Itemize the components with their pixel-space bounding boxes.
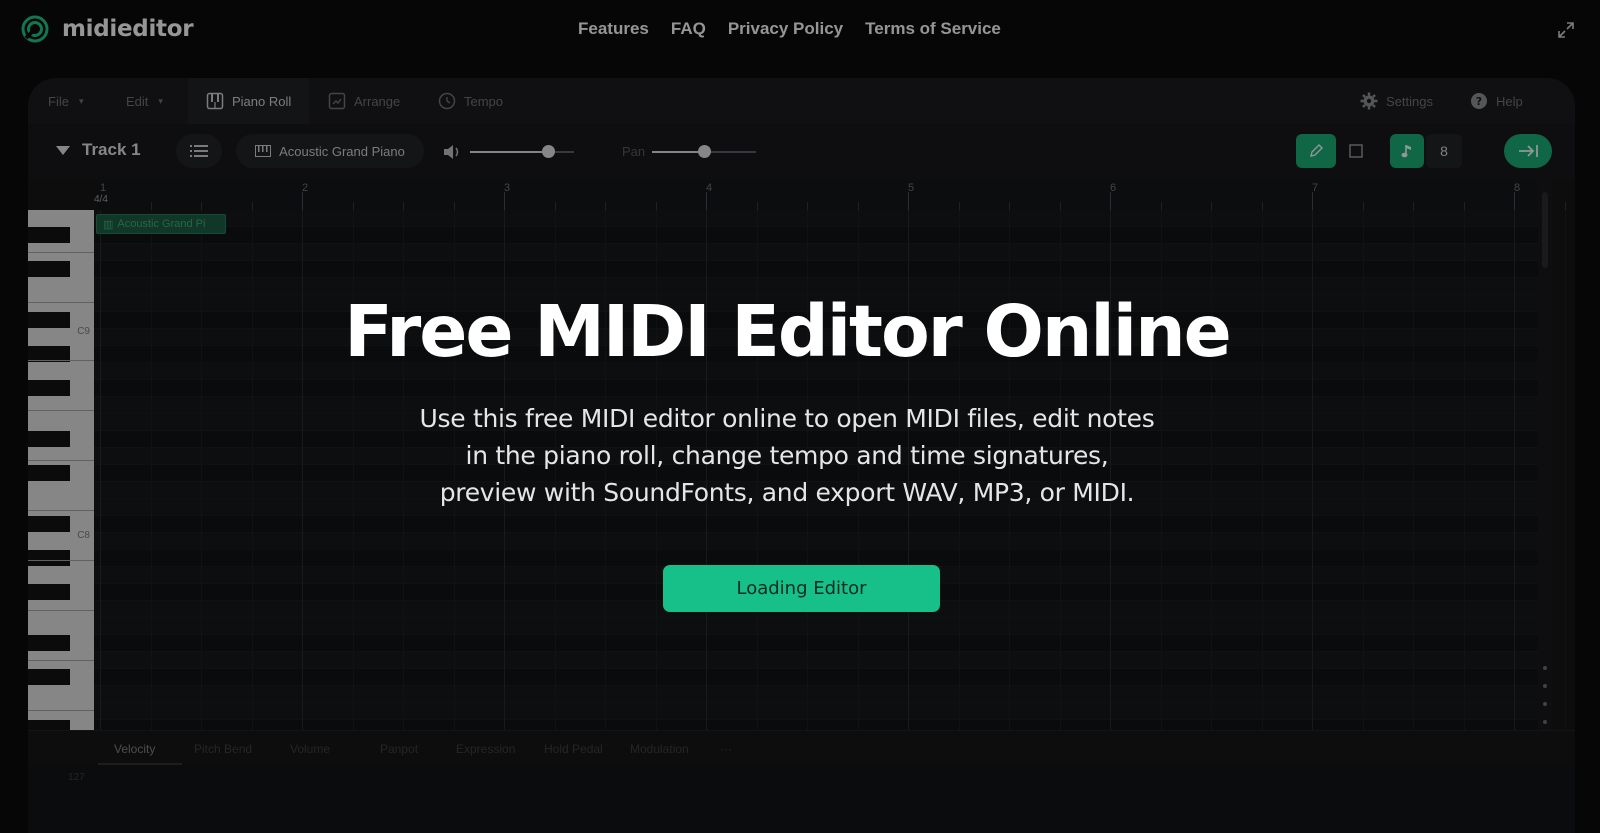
hero-title: Free MIDI Editor Online (344, 290, 1232, 373)
hero-subtitle: Use this free MIDI editor online to open… (400, 400, 1174, 511)
hero-subtitle-line-2: in the piano roll, change tempo and time… (465, 441, 1109, 470)
hero-subtitle-line-3: preview with SoundFonts, and export WAV,… (439, 478, 1135, 507)
loading-editor-button[interactable]: Loading Editor (663, 565, 940, 612)
hero-subtitle-line-1: Use this free MIDI editor online to open… (419, 404, 1155, 433)
